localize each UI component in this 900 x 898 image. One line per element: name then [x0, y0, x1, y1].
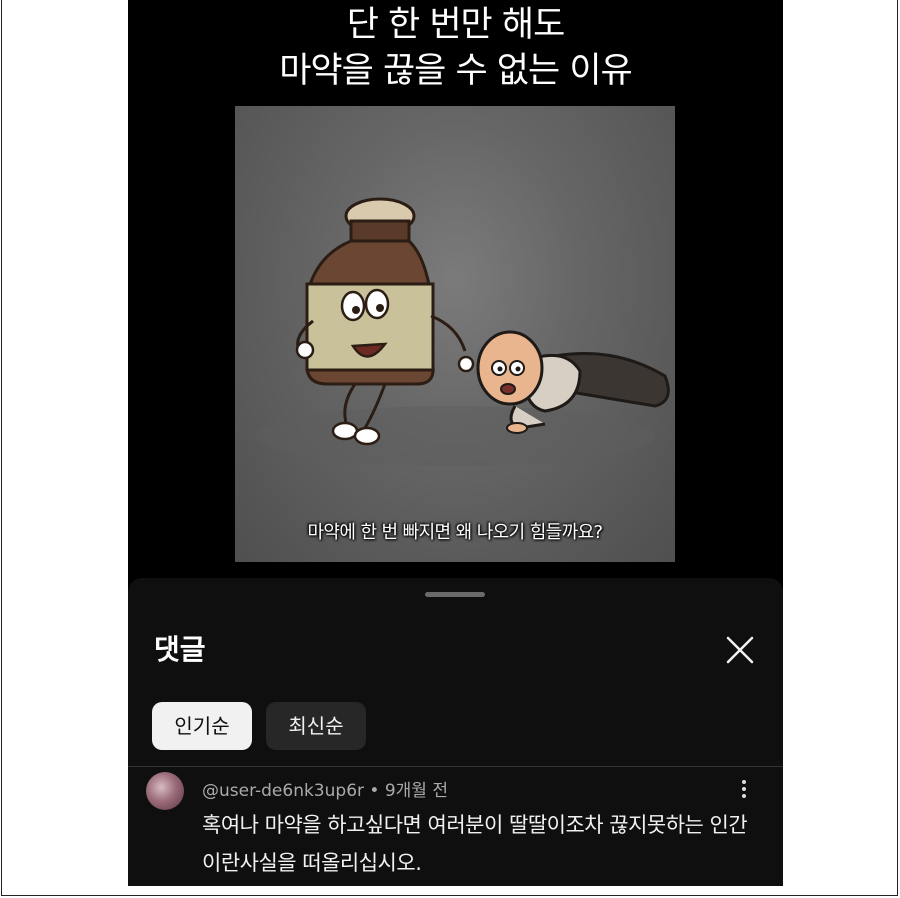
post-title: 단 한 번만 해도 마약을 끊을 수 없는 이유 — [128, 2, 783, 94]
avatar[interactable] — [146, 772, 184, 810]
comments-title: 댓글 — [154, 633, 206, 666]
divider — [128, 766, 783, 767]
comment-time: 9개월 전 — [384, 781, 448, 801]
sort-chip-popular[interactable]: 인기순 — [152, 702, 252, 750]
phone-screen: 단 한 번만 해도 마약을 끊을 수 없는 이유 마약에 한 번 빠지면 왜 나… — [128, 0, 783, 886]
more-options-icon[interactable] — [736, 778, 752, 802]
close-icon[interactable] — [720, 630, 760, 670]
drag-handle[interactable] — [425, 592, 485, 597]
comment-meta: @user-de6nk3up6r • 9개월 전 — [202, 776, 448, 801]
title-line-1: 단 한 번만 해도 — [346, 5, 566, 45]
comment-text: 혹여나 마약을 하고싶다면 여러분이 딸딸이조차 끊지못하는 인간이란사실을 떠… — [202, 813, 748, 875]
title-line-2: 마약을 끊을 수 없는 이유 — [279, 51, 633, 91]
video-subtitle: 마약에 한 번 빠지면 왜 나오기 힘들까요? — [307, 522, 603, 543]
cartoon-illustration — [255, 197, 670, 466]
video-thumbnail[interactable]: 마약에 한 번 빠지면 왜 나오기 힘들까요? — [235, 106, 675, 562]
sort-chip-latest[interactable]: 최신순 — [266, 702, 366, 750]
meta-separator: • — [364, 781, 385, 801]
comments-sheet: 댓글 인기순 최신순 @user-de6nk3up6r • 9개월 전 혹여나 … — [128, 578, 783, 886]
comment-username[interactable]: @user-de6nk3up6r — [202, 781, 364, 801]
